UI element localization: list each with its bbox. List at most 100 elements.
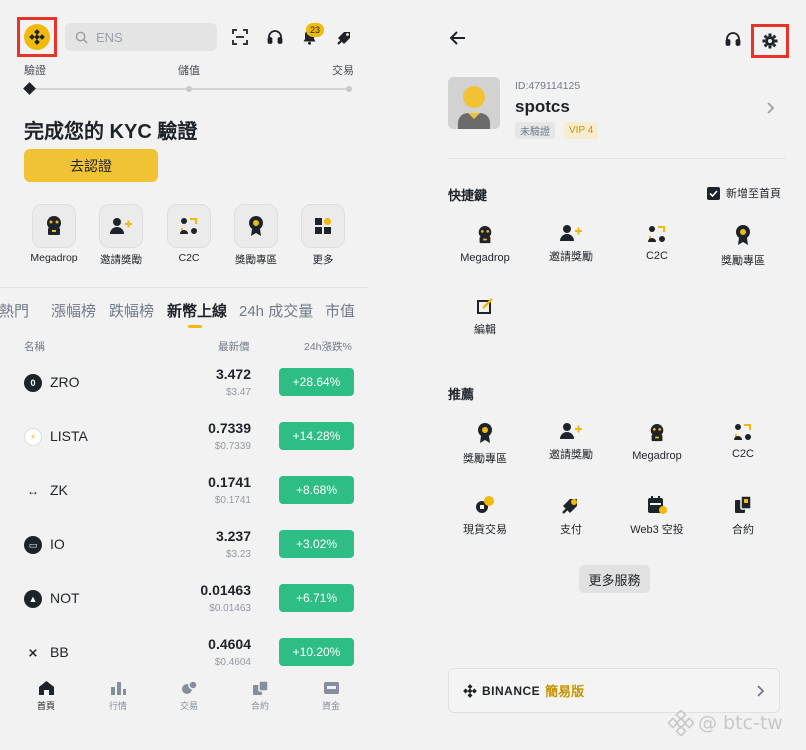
nav-home[interactable]: 首頁: [31, 680, 61, 712]
award-icon: [478, 423, 492, 443]
coin-usd-price: $0.7339: [214, 441, 251, 452]
search-input[interactable]: ENS: [65, 23, 217, 51]
coin-name: ZRO: [50, 374, 80, 390]
megadrop-icon: [47, 216, 61, 235]
coin-price: 0.01463: [200, 582, 251, 598]
coin-price: 3.237: [215, 528, 251, 544]
divider: [448, 158, 786, 159]
lite-mode-label: 簡易版: [545, 684, 585, 699]
shortcut-c2c[interactable]: C2C: [612, 224, 702, 262]
table-row[interactable]: ⚡ LISTA 0.7339 $0.7339 +14.28%: [0, 420, 370, 474]
add-user-icon: [560, 423, 582, 439]
table-row[interactable]: ▭ IO 3.237 $3.23 +3.02%: [0, 528, 370, 582]
binance-wordmark: BINANCE: [482, 683, 541, 698]
shortcut-label: C2C: [645, 250, 668, 262]
edit-icon: [477, 298, 493, 314]
headset-icon[interactable]: [265, 27, 285, 47]
settings-button[interactable]: [751, 24, 789, 58]
recommend-web3-airdrop[interactable]: Web3 空投: [612, 495, 702, 537]
user-id: ID:479114125: [515, 80, 581, 92]
nav-futures-label: 合約: [250, 701, 269, 711]
chevron-right-icon[interactable]: [767, 101, 775, 119]
watermark-text: @ btc-tw: [698, 712, 783, 734]
tab-market-cap[interactable]: 市值: [325, 300, 355, 321]
coin-usd-price: $3.47: [225, 387, 251, 398]
quick-c2c[interactable]: C2C: [166, 204, 212, 264]
futures-icon: [252, 680, 269, 695]
recommend-referral[interactable]: 邀請獎勵: [526, 422, 616, 462]
table-row[interactable]: ↔ ZK 0.1741 $0.1741 +8.68%: [0, 474, 370, 528]
quick-referral-label: 邀請獎勵: [100, 254, 142, 266]
zk-icon: ↔: [27, 484, 39, 498]
io-icon: ▭: [24, 536, 42, 554]
bb-icon: ⨯: [27, 645, 39, 660]
lite-mode-bar[interactable]: BINANCE 簡易版: [448, 668, 780, 713]
table-row[interactable]: 0 ZRO 3.472 $3.47 +28.64%: [0, 366, 370, 420]
nav-assets[interactable]: 資金: [316, 680, 346, 712]
c2c-icon: [180, 218, 197, 234]
recommend-rewards[interactable]: 獎勵專區: [440, 422, 530, 466]
nav-trade[interactable]: 交易: [174, 680, 204, 712]
nav-home-label: 首頁: [36, 701, 55, 711]
nav-futures[interactable]: 合約: [245, 680, 275, 712]
coin-name: NOT: [50, 590, 80, 606]
bar-chart-icon: [110, 682, 126, 695]
c2c-icon: [734, 424, 751, 440]
col-change-header: 24h漲跌%: [304, 341, 352, 353]
shortcut-label: 邀請獎勵: [549, 251, 593, 263]
avatar[interactable]: [448, 77, 500, 129]
shortcut-rewards[interactable]: 獎勵專區: [698, 224, 788, 268]
quick-rewards[interactable]: 獎勵專區: [233, 204, 279, 267]
chevron-right-icon: [757, 684, 765, 702]
username: spotcs: [515, 97, 570, 116]
verify-button[interactable]: 去認證: [24, 149, 158, 182]
add-user-icon: [110, 218, 132, 234]
tab-24h-volume[interactable]: 24h 成交量: [239, 300, 313, 321]
quick-megadrop[interactable]: Megadrop: [30, 204, 78, 264]
recommend-c2c[interactable]: C2C: [698, 422, 788, 460]
shortcut-referral[interactable]: 邀請獎勵: [526, 224, 616, 264]
spot-trade-icon: [476, 496, 494, 513]
shortcut-label: 獎勵專區: [721, 255, 765, 267]
wallet-icon: [323, 682, 339, 694]
watermark-logo-icon: [668, 710, 694, 736]
nav-assets-label: 資金: [321, 701, 340, 711]
recommend-title: 推薦: [448, 387, 475, 402]
back-arrow-icon[interactable]: [449, 31, 466, 50]
step-active-marker: [23, 82, 36, 95]
shortcut-megadrop[interactable]: Megadrop: [440, 224, 530, 264]
tab-hot[interactable]: 熱門: [0, 300, 29, 321]
recommend-pay[interactable]: 支付: [526, 495, 616, 537]
quick-referral[interactable]: 邀請獎勵: [98, 204, 144, 267]
recommend-label: C2C: [731, 448, 754, 460]
recommend-megadrop[interactable]: Megadrop: [612, 422, 702, 462]
shortcut-edit[interactable]: 編輯: [440, 297, 530, 337]
add-to-home-checkbox[interactable]: 新增至首頁: [707, 185, 781, 201]
coin-name: ZK: [50, 482, 68, 498]
headset-icon[interactable]: [725, 31, 741, 52]
recommend-futures[interactable]: 合約: [698, 495, 788, 537]
tab-losers[interactable]: 跌幅榜: [109, 300, 154, 321]
profile-screen: ID:479114125 spotcs 未驗證 VIP 4 快捷鍵 新增至首頁 …: [430, 0, 806, 750]
referral-icon[interactable]: [334, 27, 354, 47]
coin-change: +6.71%: [279, 584, 354, 612]
nav-markets-label: 行情: [108, 701, 127, 711]
pay-icon: [562, 499, 577, 514]
recommend-spot[interactable]: 現貨交易: [440, 495, 530, 537]
tab-gainers[interactable]: 漲幅榜: [51, 300, 96, 321]
shortcut-label: Megadrop: [460, 252, 510, 264]
table-row[interactable]: ▲ NOT 0.01463 $0.01463 +6.71%: [0, 582, 370, 636]
scan-icon[interactable]: [230, 27, 250, 47]
more-services-button[interactable]: 更多服務: [579, 565, 650, 593]
tab-new-listings[interactable]: 新幣上線: [167, 300, 227, 321]
coin-change: +3.02%: [279, 530, 354, 558]
nav-markets[interactable]: 行情: [103, 680, 133, 712]
quick-more[interactable]: 更多: [300, 204, 346, 267]
more-grid-icon: [315, 218, 331, 234]
quick-rewards-label: 獎勵專區: [235, 254, 277, 266]
vip-badge: VIP 4: [564, 122, 599, 139]
step-deposit-label: 儲值: [178, 65, 200, 77]
profile-logo-button[interactable]: [17, 17, 57, 57]
step-dot: [186, 86, 192, 92]
recommend-label: 邀請獎勵: [549, 449, 593, 461]
